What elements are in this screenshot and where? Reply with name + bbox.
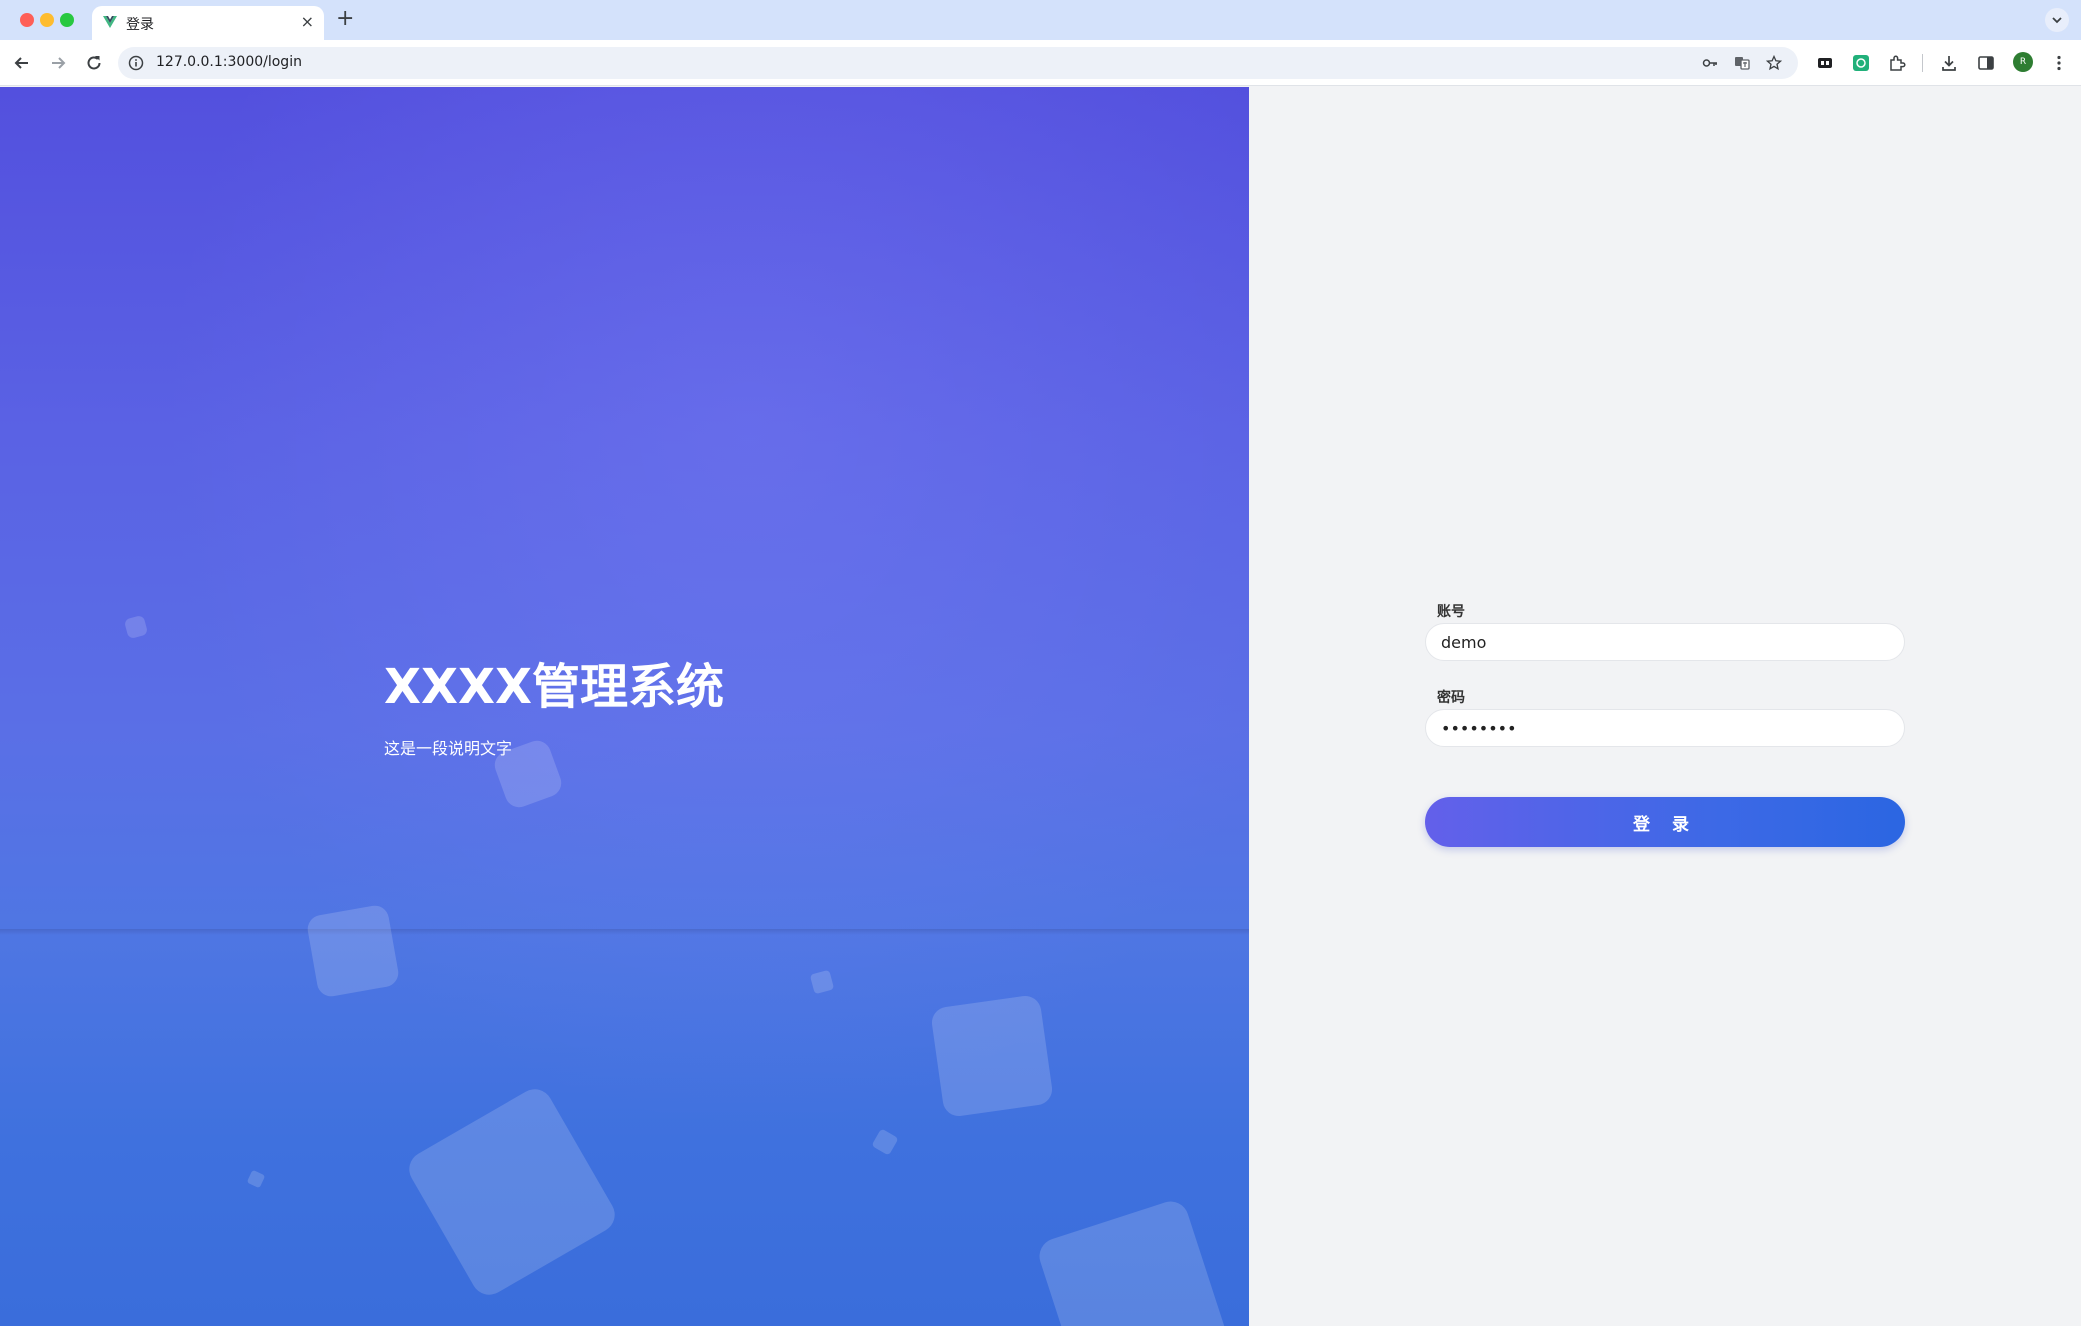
address-bar[interactable]: 127.0.0.1:3000/login [118,47,1798,79]
info-icon[interactable] [128,55,144,71]
login-form: 账号 密码 登 录 [1425,601,1905,847]
browser-toolbar: 127.0.0.1:3000/login R [0,40,2081,86]
extension-green-icon[interactable] [1852,54,1870,72]
new-tab-button[interactable]: + [336,6,354,32]
download-icon[interactable] [1940,54,1958,72]
tab-close-button[interactable]: × [301,12,314,32]
decor-square [929,993,1055,1119]
browser-tab-active[interactable]: 登录 × [92,6,324,40]
decor-square [305,903,401,999]
profile-avatar[interactable]: R [2013,52,2033,72]
side-panel-icon[interactable] [1977,54,1995,72]
system-subtitle: 这是一段说明文字 [384,739,513,758]
minimize-window-button[interactable] [40,13,54,27]
system-title: XXXX管理系统 [384,659,725,715]
chevron-down-icon [2052,17,2062,24]
back-arrow-icon[interactable] [12,53,32,73]
reload-icon[interactable] [84,53,104,73]
kebab-menu-icon[interactable] [2050,54,2068,72]
hero-text-block: XXXX管理系统 这是一段说明文字 [384,647,724,759]
browser-tab-strip: 登录 × + [0,0,2081,40]
login-pane: 账号 密码 登 录 [1249,87,2081,1326]
login-page: XXXX管理系统 这是一段说明文字 账号 密码 登 录 [0,87,2081,1326]
zoom-window-button[interactable] [60,13,74,27]
tab-search-button[interactable] [2045,8,2069,32]
hero-horizon-line [0,929,1249,935]
hero-panel: XXXX管理系统 这是一段说明文字 [0,87,1249,1326]
reading-mode-icon[interactable] [1816,54,1834,72]
url-text[interactable]: 127.0.0.1:3000/login [156,54,302,70]
forward-arrow-icon[interactable] [48,53,68,73]
password-input[interactable] [1425,709,1905,747]
key-icon[interactable] [1702,55,1718,71]
tab-title: 登录 [126,17,154,33]
login-button[interactable]: 登 录 [1425,797,1905,847]
password-label: 密码 [1437,690,1465,706]
account-input[interactable] [1425,623,1905,661]
puzzle-icon[interactable] [1888,54,1906,72]
vue-logo-icon [103,16,117,28]
account-label: 账号 [1437,604,1465,620]
toolbar-divider [1922,54,1923,72]
translate-icon[interactable] [1734,55,1750,71]
star-icon[interactable] [1766,55,1782,71]
close-window-button[interactable] [20,13,34,27]
